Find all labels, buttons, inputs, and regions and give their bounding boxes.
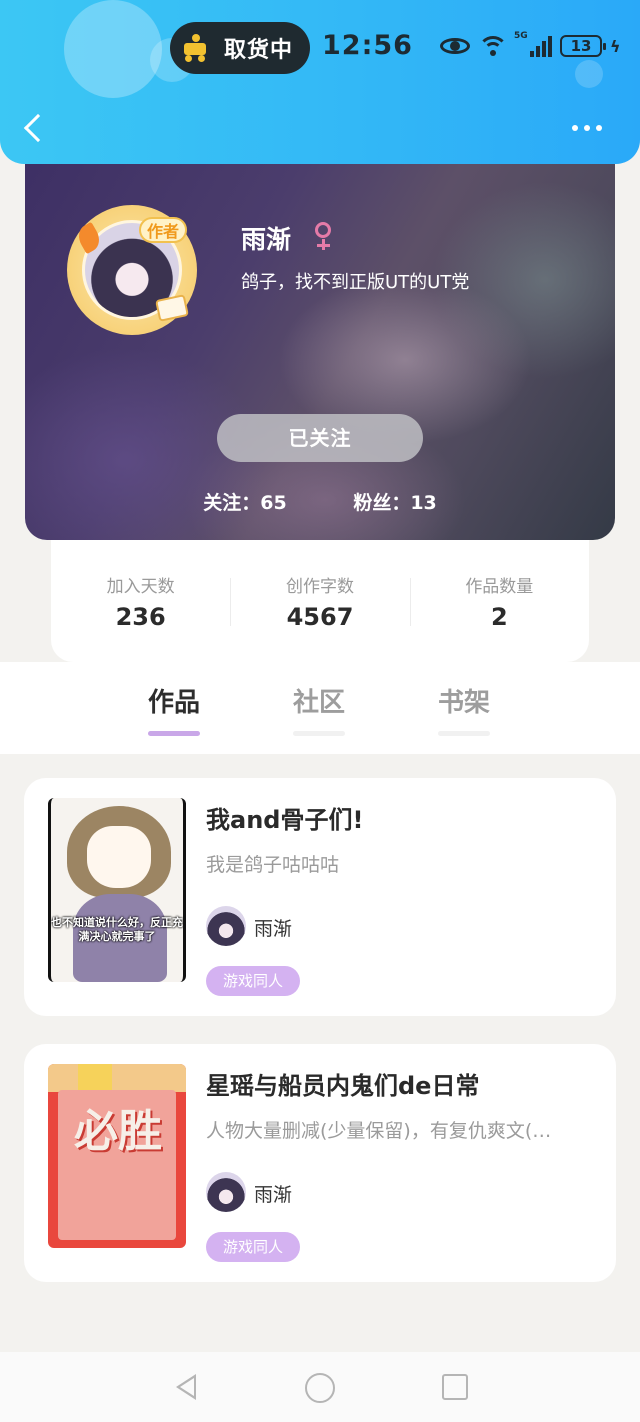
work-cover-image[interactable]: 也不知道说什么好，反正充满决心就完事了: [48, 798, 186, 982]
tab-label: 社区: [292, 688, 345, 718]
delivery-status-pill[interactable]: 取货中: [170, 22, 310, 74]
nav-recents-square-icon[interactable]: [442, 1374, 468, 1400]
tab-community[interactable]: 社区: [279, 682, 359, 736]
battery-level: 13: [570, 37, 592, 55]
author-avatar-small[interactable]: [206, 1172, 246, 1212]
status-icons: 5G 13 ϟ: [440, 31, 621, 58]
profile-bio: 鸽子，找不到正版UT的UT党: [241, 272, 470, 293]
more-dots-icon: [572, 125, 578, 131]
work-title[interactable]: 我and骨子们!: [206, 800, 363, 835]
following-count[interactable]: 关注：65: [203, 488, 286, 515]
tab-label: 书架: [437, 688, 490, 718]
author-stats-card: 加入天数 236 创作字数 4567 作品数量 2: [51, 540, 589, 662]
author-badge: 作者: [139, 217, 187, 243]
cover-caption: 也不知道说什么好，反正充满决心就完事了: [51, 916, 183, 943]
profile-name: 雨渐: [241, 225, 292, 254]
more-options-button[interactable]: [572, 118, 616, 138]
charging-bolt-icon: ϟ: [610, 36, 621, 56]
eye-icon: [440, 36, 470, 56]
system-nav-bar: [0, 1352, 640, 1422]
stat-label: 加入天数: [106, 576, 175, 597]
stat-join-days: 加入天数 236: [51, 572, 230, 631]
stat-word-count: 创作字数 4567: [230, 572, 409, 631]
profile-card: 作者 雨渐 鸽子，找不到正版UT的UT党 已关注 关注：65 粉丝：13: [25, 140, 615, 540]
tab-label: 作品: [147, 688, 200, 718]
stat-value: 4567: [286, 602, 354, 631]
nav-home-circle-icon[interactable]: [305, 1373, 335, 1403]
cover-caption: 必胜: [74, 1106, 162, 1157]
work-description: 我是鸽子咕咕咕: [206, 854, 340, 876]
cellular-signal-icon: 5G: [514, 31, 552, 57]
chevron-left-icon: [23, 113, 53, 143]
delivery-status-text: 取货中: [224, 38, 294, 63]
tab-indicator: [293, 731, 345, 736]
decor-bubble: [64, 0, 162, 98]
followers-count[interactable]: 粉丝：13: [353, 488, 436, 515]
work-author-name[interactable]: 雨渐: [254, 1180, 292, 1207]
network-type-label: 5G: [514, 31, 528, 41]
work-title[interactable]: 星瑶与船员内鬼们de日常: [206, 1066, 479, 1101]
work-card[interactable]: 必胜 星瑶与船员内鬼们de日常 人物大量删减(少量保留)，有复仇爽文(… 雨渐 …: [24, 1044, 616, 1282]
female-icon: [313, 220, 335, 252]
stat-value: 236: [115, 602, 166, 631]
decor-bubble: [575, 60, 603, 88]
stat-value: 2: [490, 602, 508, 631]
author-avatar-small[interactable]: [206, 906, 246, 946]
genre-tag[interactable]: 游戏同人: [206, 1232, 300, 1262]
top-header: 取货中 12:56 5G 13 ϟ: [0, 0, 640, 164]
back-button[interactable]: [20, 110, 53, 150]
nav-back-triangle-icon[interactable]: [172, 1372, 202, 1402]
tab-indicator: [438, 731, 490, 736]
book-decor-icon: [155, 294, 189, 322]
tab-works[interactable]: 作品: [134, 682, 214, 736]
tab-bookshelf[interactable]: 书架: [424, 682, 504, 736]
author-avatar-large[interactable]: 作者: [67, 205, 197, 335]
stat-work-count: 作品数量 2: [409, 572, 589, 631]
followed-button[interactable]: 已关注: [217, 414, 423, 462]
tab-active-indicator: [148, 731, 200, 736]
work-description: 人物大量删减(少量保留)，有复仇爽文(…: [206, 1120, 552, 1142]
follow-stats: 关注：65 粉丝：13: [25, 488, 615, 515]
status-time: 12:56: [322, 30, 413, 61]
tab-bar: 作品 社区 书架: [0, 662, 640, 754]
work-card[interactable]: 也不知道说什么好，反正充满决心就完事了 我and骨子们! 我是鸽子咕咕咕 雨渐 …: [24, 778, 616, 1016]
stat-label: 创作字数: [285, 576, 354, 597]
work-cover-image[interactable]: 必胜: [48, 1064, 186, 1248]
battery-icon: 13: [560, 35, 606, 57]
genre-tag[interactable]: 游戏同人: [206, 966, 300, 996]
work-author-name[interactable]: 雨渐: [254, 914, 292, 941]
stat-label: 作品数量: [465, 576, 534, 597]
delivery-scooter-icon: [180, 33, 210, 63]
wifi-icon: [478, 34, 508, 58]
